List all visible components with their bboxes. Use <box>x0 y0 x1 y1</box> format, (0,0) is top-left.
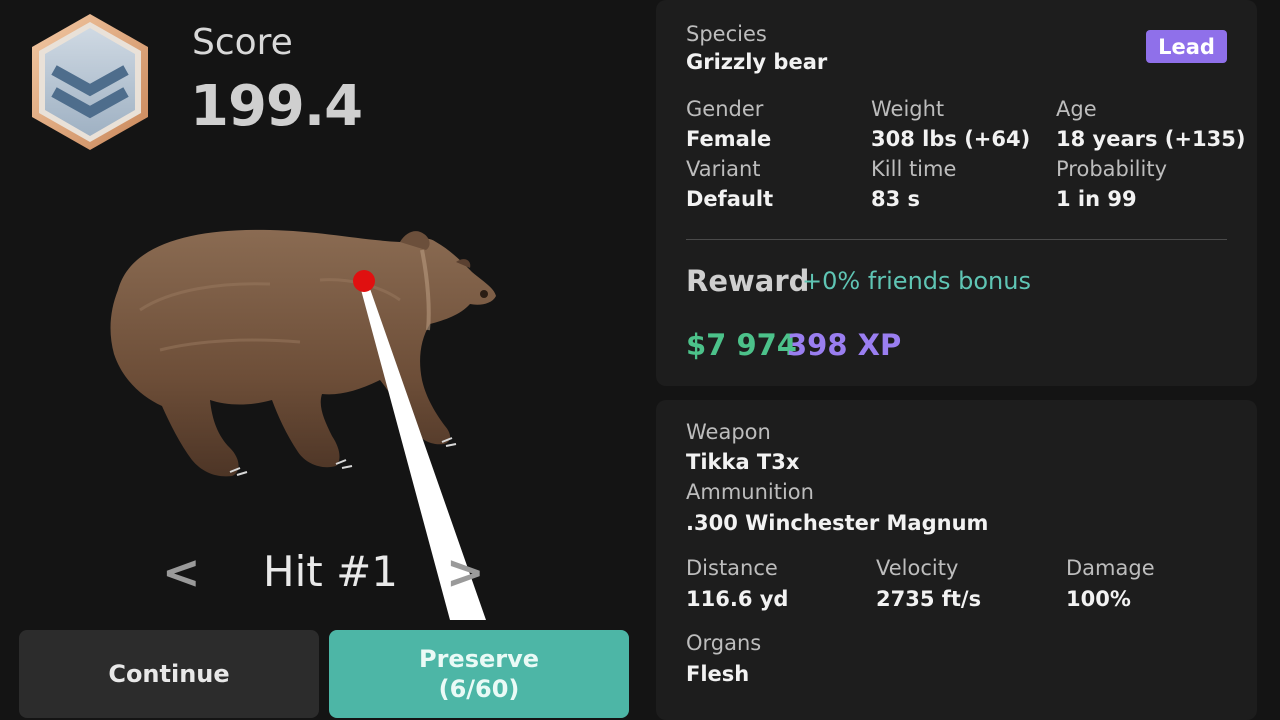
score-label: Score <box>192 22 293 63</box>
distance-value: 116.6 yd <box>686 587 789 611</box>
shot-info-card: Weapon Tikka T3x Ammunition .300 Winches… <box>656 400 1257 720</box>
reward-xp: 398 XP <box>787 328 902 362</box>
species-label: Species <box>686 22 767 46</box>
species-value: Grizzly bear <box>686 50 828 74</box>
reward-title: Reward <box>686 264 810 298</box>
preserve-count: (6/60) <box>438 675 520 703</box>
divider <box>686 239 1227 240</box>
animal-info-card: Species Grizzly bear Lead Gender Female … <box>656 0 1257 386</box>
preserve-button-label: Preserve <box>418 645 540 673</box>
kill-time-label: Kill time <box>871 157 957 181</box>
variant-value: Default <box>686 187 774 211</box>
damage-label: Damage <box>1066 556 1155 580</box>
hit-navigator: < Hit #1 > <box>150 540 510 610</box>
lead-badge: Lead <box>1146 30 1227 63</box>
age-label: Age <box>1056 97 1097 121</box>
probability-value: 1 in 99 <box>1056 187 1137 211</box>
gender-value: Female <box>686 127 772 151</box>
distance-label: Distance <box>686 556 778 580</box>
hit-result-panel: Score 199.4 < Hit #1 > Continue Preserve… <box>0 0 640 720</box>
continue-button-label: Continue <box>108 660 230 688</box>
ammunition-label: Ammunition <box>686 480 814 504</box>
weapon-label: Weapon <box>686 420 771 444</box>
hit-label: Hit #1 <box>263 547 398 596</box>
variant-label: Variant <box>686 157 761 181</box>
organs-label: Organs <box>686 631 762 655</box>
next-hit-button[interactable]: > <box>446 540 485 604</box>
velocity-value: 2735 ft/s <box>876 587 982 611</box>
age-value: 18 years (+135) <box>1056 127 1246 151</box>
damage-value: 100% <box>1066 587 1131 611</box>
continue-button[interactable]: Continue <box>19 630 319 718</box>
score-value: 199.4 <box>190 74 363 139</box>
ammunition-value: .300 Winchester Magnum <box>686 511 989 535</box>
rank-chevron-icon <box>32 14 148 150</box>
friends-bonus: +0% friends bonus <box>802 267 1031 295</box>
weight-value: 308 lbs (+64) <box>871 127 1031 151</box>
preserve-button[interactable]: Preserve (6/60) <box>329 630 629 718</box>
organs-value: Flesh <box>686 662 750 686</box>
weight-label: Weight <box>871 97 945 121</box>
grizzly-bear-model[interactable] <box>100 220 520 500</box>
weapon-value: Tikka T3x <box>686 450 800 474</box>
reward-money: $7 974 <box>686 328 797 362</box>
gender-label: Gender <box>686 97 764 121</box>
previous-hit-button[interactable]: < <box>162 540 201 604</box>
velocity-label: Velocity <box>876 556 959 580</box>
probability-label: Probability <box>1056 157 1168 181</box>
kill-time-value: 83 s <box>871 187 921 211</box>
